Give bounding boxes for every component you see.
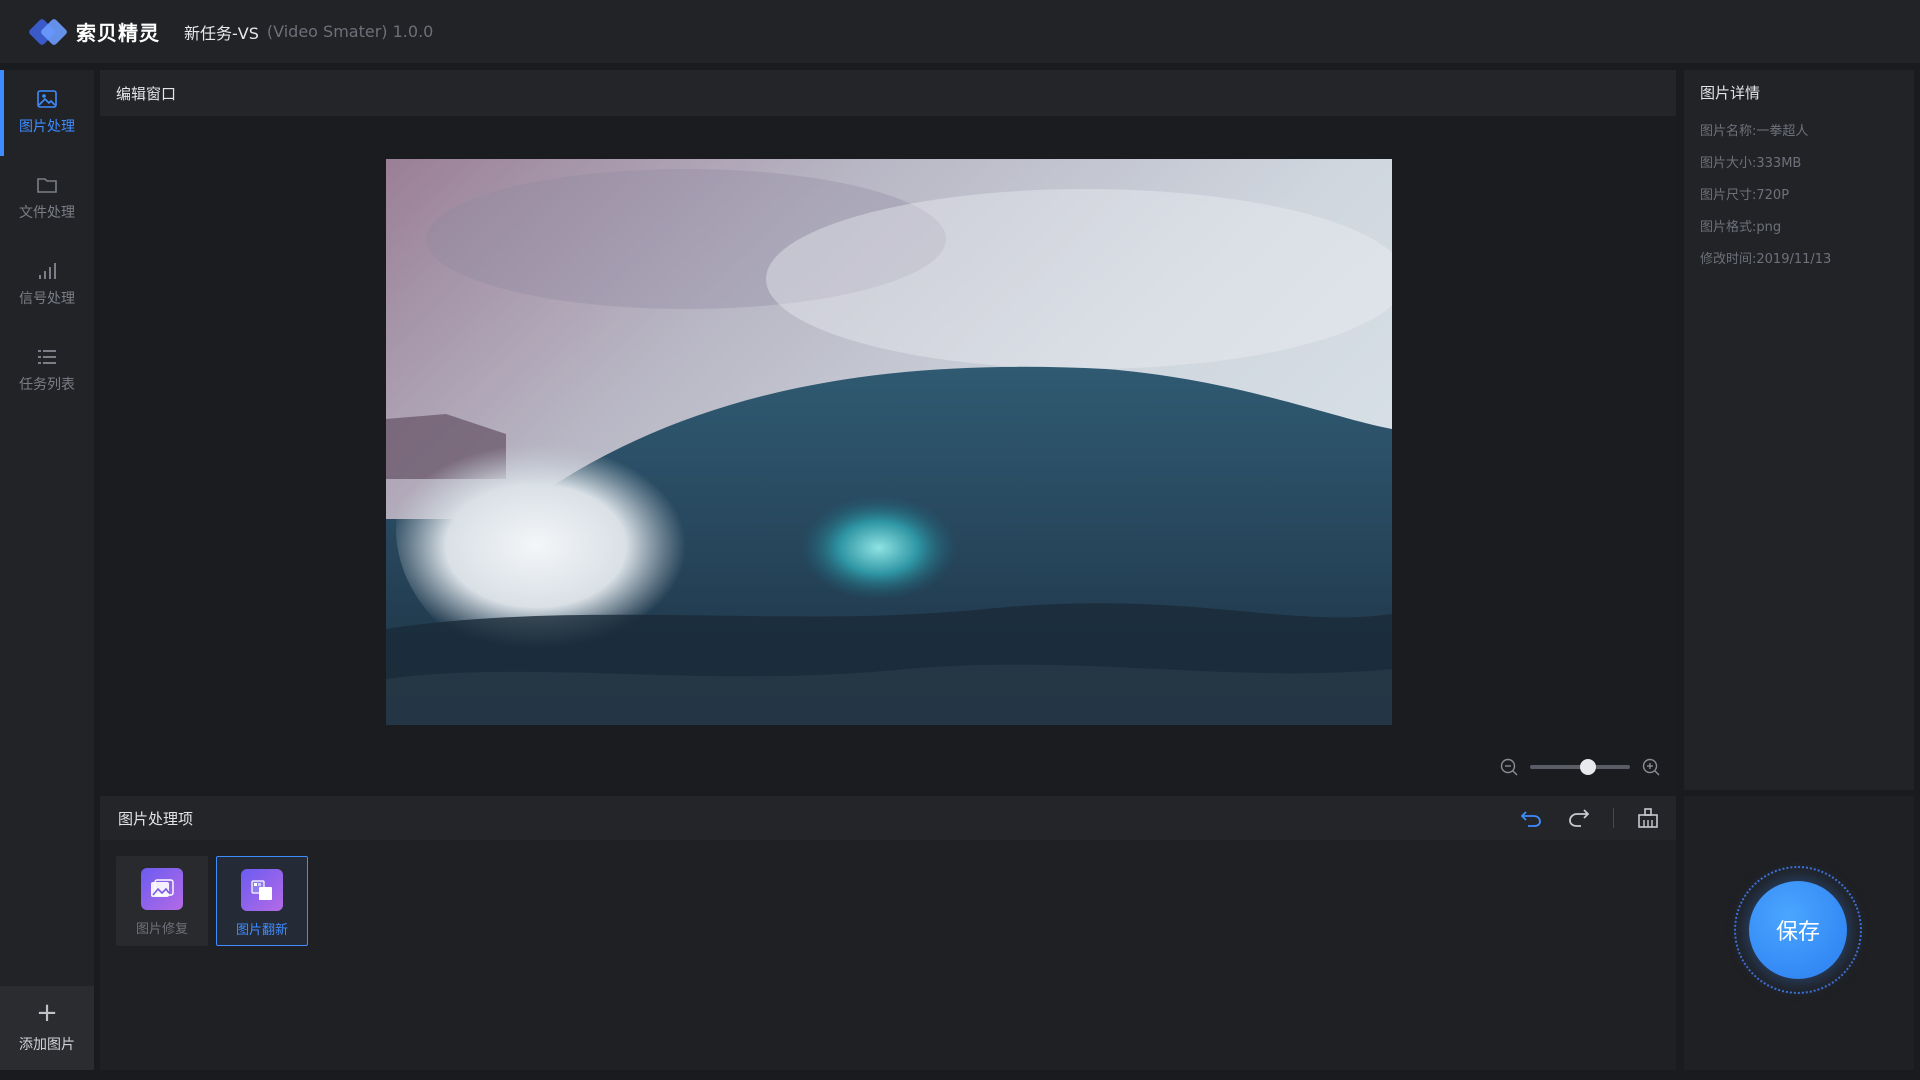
detail-row-dimensions: 图片尺寸:720P	[1684, 180, 1914, 212]
op-card-label: 图片翻新	[235, 923, 288, 938]
detail-value: png	[1756, 220, 1782, 235]
save-label: 保存	[1775, 920, 1820, 945]
op-card-image-repair[interactable]: 图片修复	[116, 856, 208, 946]
sidebar-item-label: 文件处理	[19, 205, 75, 221]
save-button-ring: 保存	[1734, 866, 1862, 994]
detail-row-format: 图片格式:png	[1684, 212, 1914, 244]
brand-logo-icon	[27, 17, 69, 47]
detail-key: 图片尺寸:	[1700, 188, 1757, 203]
zoom-control	[1500, 754, 1680, 780]
folder-icon	[37, 178, 57, 193]
sidebar-item-task-list[interactable]: 任务列表	[0, 328, 94, 414]
op-card-label: 图片修复	[135, 922, 188, 937]
sidebar-item-image-processing[interactable]: 图片处理	[0, 70, 94, 156]
detail-key: 图片名称:	[1700, 124, 1757, 139]
detail-value: 720P	[1756, 188, 1790, 203]
add-image-label: 添加图片	[19, 1037, 75, 1053]
zoom-slider-thumb[interactable]	[1580, 759, 1596, 775]
operations-toolbar	[1517, 804, 1662, 832]
operations-title: 图片处理项	[118, 809, 194, 828]
detail-key: 修改时间:	[1700, 252, 1757, 267]
plus-icon: +	[36, 998, 58, 1028]
sidebar: 图片处理 文件处理 信号处理 任务列表 + 添加图片	[0, 70, 94, 1070]
zoom-in-icon[interactable]	[1642, 758, 1660, 776]
brand-name: 索贝精灵	[76, 21, 160, 45]
editor-header: 编辑窗口	[100, 70, 1676, 116]
sidebar-item-label: 信号处理	[19, 291, 75, 307]
wave-image	[386, 159, 1392, 725]
signal-icon	[39, 263, 56, 279]
redo-icon	[1569, 809, 1590, 827]
details-title: 图片详情	[1700, 84, 1761, 102]
image-refresh-icon	[241, 869, 283, 911]
zoom-out-icon[interactable]	[1500, 758, 1518, 776]
image-details-panel: 图片详情 图片名称:一拳超人 图片大小:333MB 图片尺寸:720P 图片格式…	[1684, 70, 1914, 790]
sidebar-item-signal-processing[interactable]: 信号处理	[0, 242, 94, 328]
redo-button[interactable]	[1565, 804, 1593, 832]
undo-button[interactable]	[1517, 804, 1545, 832]
op-card-image-refresh[interactable]: 图片翻新	[216, 856, 308, 946]
sidebar-item-label: 任务列表	[19, 377, 75, 393]
undo-icon	[1520, 811, 1541, 827]
task-title: 新任务-VS	[184, 23, 259, 43]
broom-icon	[1638, 808, 1658, 828]
detail-row-name: 图片名称:一拳超人	[1684, 116, 1914, 148]
save-button[interactable]: 保存	[1749, 881, 1847, 979]
clear-button[interactable]	[1634, 804, 1662, 832]
detail-key: 图片大小:	[1700, 156, 1757, 171]
task-subtitle: (Video Smater) 1.0.0	[266, 22, 434, 41]
detail-row-modified: 修改时间:2019/11/13	[1684, 244, 1914, 276]
operations-header: 图片处理项	[100, 796, 1676, 840]
detail-key: 图片格式:	[1700, 220, 1757, 235]
image-repair-icon	[141, 868, 183, 910]
detail-value: 333MB	[1756, 156, 1802, 171]
list-icon	[38, 350, 56, 364]
brand: 索贝精灵	[27, 17, 160, 47]
zoom-slider[interactable]	[1530, 759, 1630, 775]
detail-row-size: 图片大小:333MB	[1684, 148, 1914, 180]
detail-value: 一拳超人	[1756, 124, 1809, 139]
detail-value: 2019/11/13	[1756, 252, 1832, 267]
title-bar: 索贝精灵 新任务-VS (Video Smater) 1.0.0	[0, 0, 1920, 63]
image-icon	[37, 90, 57, 108]
save-panel: 保存	[1684, 796, 1914, 1070]
sidebar-item-label: 图片处理	[19, 119, 75, 135]
image-operations-panel: 图片处理项 图片修复 图片翻新	[100, 796, 1676, 1070]
add-image-button[interactable]: + 添加图片	[0, 986, 94, 1070]
image-preview[interactable]	[386, 159, 1392, 725]
toolbar-divider	[1613, 808, 1614, 828]
editor-window: 编辑窗口	[100, 70, 1676, 794]
sidebar-item-file-processing[interactable]: 文件处理	[0, 156, 94, 242]
editor-title: 编辑窗口	[116, 84, 177, 103]
